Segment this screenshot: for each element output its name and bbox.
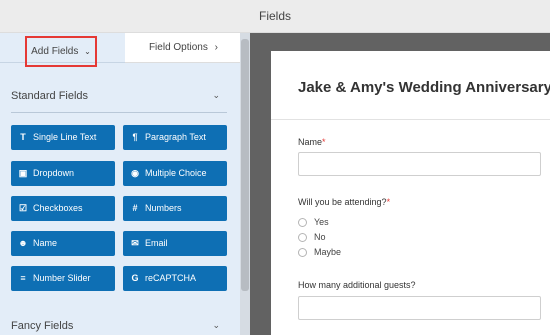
name-field-label: Name* [298,137,326,147]
form-divider [271,119,550,120]
radio-option-maybe[interactable]: Maybe [298,247,342,258]
radio-icon: ◉ [131,168,139,178]
top-bar: Fields [0,0,550,33]
field-button-recaptcha[interactable]: GreCAPTCHA [123,266,227,291]
google-icon: G [131,273,139,283]
field-button-label: Dropdown [33,168,75,178]
attending-field-label: Will you be attending?* [298,197,390,207]
panel-tabs: Add Fields ⌄ Field Options › [0,33,240,67]
radio-label: Yes [314,217,329,227]
field-button-number-slider[interactable]: ≡ Number Slider [11,266,115,291]
fields-panel: Add Fields ⌄ Field Options › Standard Fi… [0,33,250,335]
chevron-down-icon: ⌄ [212,90,220,100]
field-button-multiple-choice[interactable]: ◉ Multiple Choice [123,161,227,186]
field-button-label: Checkboxes [33,203,83,213]
tab-add-fields[interactable]: Add Fields ⌄ [0,33,125,67]
field-button-label: Numbers [145,203,182,213]
hash-icon: # [132,203,138,213]
required-marker: * [322,137,326,147]
tab-field-options[interactable]: Field Options › [125,33,240,63]
field-button-dropdown[interactable]: ▣ Dropdown [11,161,115,186]
tab-field-options-label: Field Options [148,42,208,53]
field-button-label: Email [145,238,168,248]
radio-option-no[interactable]: No [298,232,326,243]
field-button-label: reCAPTCHA [145,273,197,283]
field-button-name[interactable]: ☻ Name [11,231,115,256]
chevron-down-icon: ⌄ [84,47,91,56]
section-divider [11,112,227,113]
radio-option-yes[interactable]: Yes [298,217,329,228]
field-button-label: Name [33,238,58,248]
form-preview-card: Jake & Amy's Wedding Anniversary Name* W… [271,51,550,335]
section-fancy-label: Fancy Fields [11,320,74,332]
chevron-right-icon: › [214,42,218,53]
field-button-email[interactable]: ✉ Email [123,231,227,256]
section-standard-fields[interactable]: Standard Fields ⌄ [11,90,227,102]
tab-add-fields-label: Add Fields [31,46,79,57]
radio-label: No [314,232,326,242]
guests-input[interactable] [298,296,541,320]
checkbox-icon: ☑ [18,203,28,213]
form-title: Jake & Amy's Wedding Anniversary [298,79,550,96]
field-button-label: Multiple Choice [145,168,207,178]
field-button-single-line-text[interactable]: T Single Line Text [11,125,115,150]
radio-button[interactable] [298,248,307,258]
field-button-paragraph-text[interactable]: ¶ Paragraph Text [123,125,227,150]
field-button-label: Paragraph Text [145,132,206,142]
section-fancy-fields[interactable]: Fancy Fields ⌄ [11,320,227,332]
panel-scrollbar[interactable] [240,33,250,335]
chevron-down-icon: ⌄ [212,320,220,330]
radio-label: Maybe [314,247,342,257]
name-label-text: Name [298,137,323,147]
field-button-label: Single Line Text [33,132,97,142]
slider-icon: ≡ [20,273,26,283]
dropdown-icon: ▣ [18,168,28,178]
name-input[interactable] [298,152,541,176]
tab-add-fields-highlight[interactable]: Add Fields ⌄ [25,36,97,67]
attending-label-text: Will you be attending? [298,197,387,207]
user-icon: ☻ [18,238,28,248]
radio-button[interactable] [298,233,307,243]
envelope-icon: ✉ [131,238,139,248]
text-icon: T [20,132,26,142]
page-title: Fields [258,9,291,23]
section-standard-label: Standard Fields [11,90,89,102]
guests-field-label: How many additional guests? [298,280,416,290]
paragraph-icon: ¶ [132,132,138,142]
field-button-checkboxes[interactable]: ☑ Checkboxes [11,196,115,221]
required-marker: * [386,197,391,207]
scrollbar-thumb[interactable] [241,39,249,291]
field-button-label: Number Slider [33,273,91,283]
radio-button[interactable] [298,218,307,228]
field-button-numbers[interactable]: # Numbers [123,196,227,221]
